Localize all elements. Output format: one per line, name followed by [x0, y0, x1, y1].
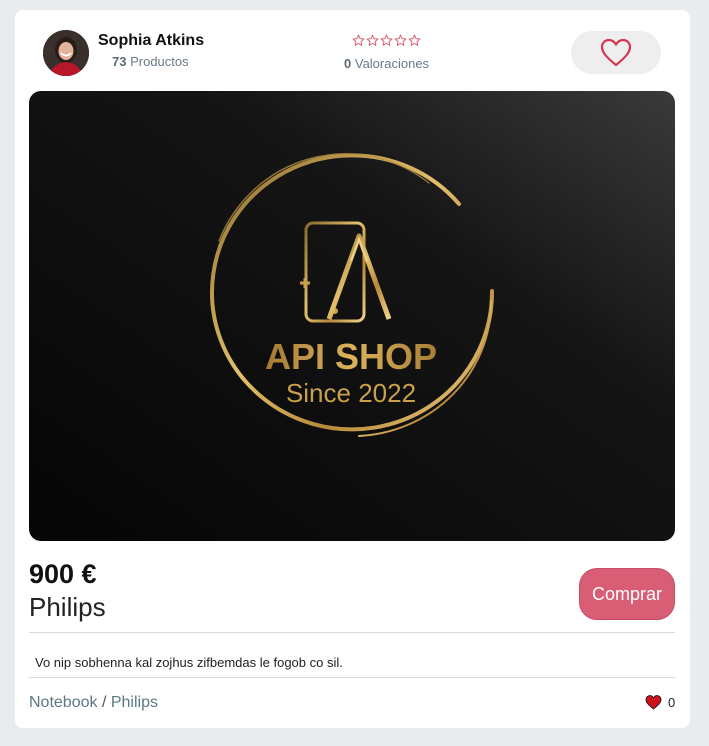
products-count-label: Productos	[130, 54, 189, 69]
star-icon	[366, 34, 379, 46]
star-icon	[380, 34, 393, 46]
buy-button[interactable]: Comprar	[579, 568, 675, 620]
product-image[interactable]: API SHOP Since 2022	[29, 91, 675, 541]
product-brand: Philips	[29, 592, 106, 622]
logo-subtitle: Since 2022	[286, 378, 416, 408]
breadcrumb: Notebook / Philips	[29, 694, 158, 712]
seller-products-count: 73 Productos	[112, 54, 189, 69]
breadcrumb-subcategory-link[interactable]: Philips	[111, 694, 158, 711]
product-card: Sophia Atkins 73 Productos 0 Valoracione…	[15, 10, 690, 728]
products-count-value: 73	[112, 54, 127, 69]
product-price: 900 €	[29, 559, 97, 589]
star-icon	[394, 34, 407, 46]
ratings-count-label: Valoraciones	[354, 56, 430, 71]
breadcrumb-category-link[interactable]: Notebook	[29, 694, 98, 711]
breadcrumb-separator: /	[101, 694, 107, 711]
favorite-button[interactable]	[571, 31, 661, 74]
heart-outline-icon	[600, 38, 632, 66]
seller-avatar[interactable]	[43, 30, 89, 76]
rating-stars	[352, 34, 421, 48]
ratings-count-value: 0	[344, 56, 352, 71]
heart-filled-icon	[645, 695, 662, 710]
logo-title: API SHOP	[265, 336, 437, 377]
star-icon	[408, 34, 421, 46]
ratings-count: 0 Valoraciones	[344, 56, 429, 71]
product-description: Vo nip sobhenna kal zojhus zifbemdas le …	[35, 655, 343, 670]
likes-count: 0	[668, 695, 676, 710]
likes[interactable]: 0	[645, 695, 675, 710]
divider	[29, 677, 675, 678]
star-icon	[352, 34, 365, 46]
divider	[29, 632, 675, 633]
seller-name[interactable]: Sophia Atkins	[98, 32, 204, 50]
